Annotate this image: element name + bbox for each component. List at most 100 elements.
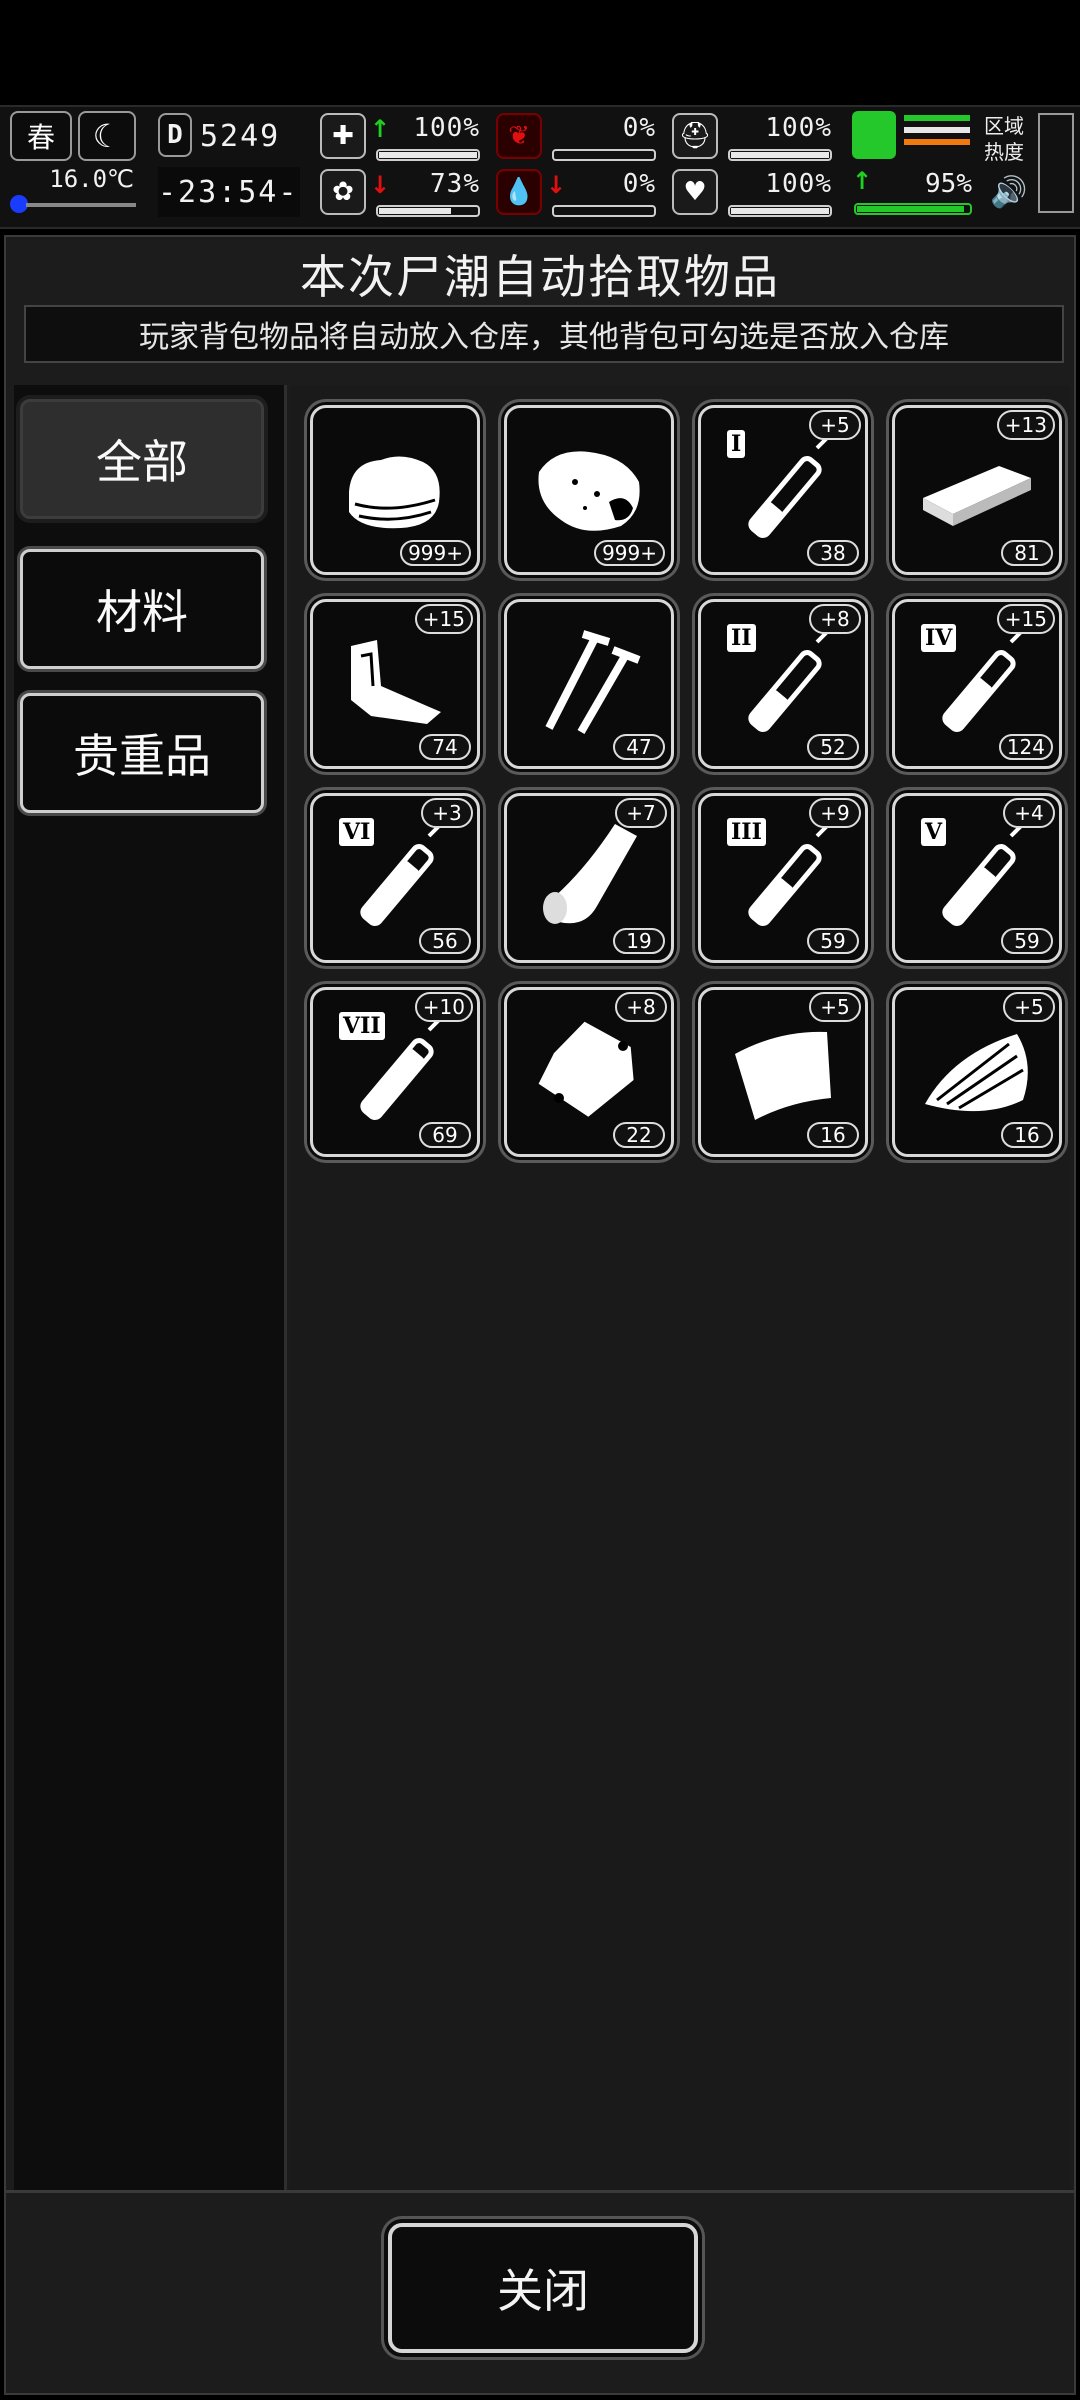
tab-valuables[interactable]: 贵重品 — [20, 693, 264, 813]
feather-bundle-icon — [925, 1034, 1028, 1112]
day-number: 5249 — [200, 119, 281, 154]
boot-icon — [852, 111, 896, 159]
thirst-bar — [552, 205, 656, 217]
arrow-up-icon: ↑ — [370, 115, 391, 143]
arrow-down-icon: ↓ — [546, 171, 567, 199]
item-plus-badge: +3 — [421, 798, 473, 828]
item-count: 22 — [613, 1122, 665, 1148]
item-plus-badge: +9 — [809, 798, 861, 828]
helmet-icon: ⛑ — [672, 113, 718, 159]
item-plus-badge: +5 — [809, 992, 861, 1022]
season-badge: 春 — [10, 111, 72, 161]
item-count: 124 — [998, 734, 1053, 760]
zone-heat-label: 区域热度 — [984, 114, 1024, 164]
item-count: 81 — [1001, 540, 1053, 566]
item-slot[interactable]: +5 16 — [698, 987, 868, 1157]
zone-heat-meter — [1038, 113, 1074, 213]
moon-icon: ☾ — [78, 111, 136, 161]
stat-sanity: ✿ ↓ 73% — [320, 167, 486, 221]
loot-panel: 本次尸潮自动拾取物品 玩家背包物品将自动放入仓库，其他背包可勾选是否放入仓库 全… — [4, 235, 1076, 2395]
item-plus-badge: +4 — [1003, 798, 1055, 828]
wood-plank-icon — [923, 466, 1031, 526]
health-bar — [376, 149, 480, 161]
bag-icon — [538, 1021, 634, 1117]
paper-sheet-icon — [735, 1031, 831, 1120]
stat-armor: ⛑ 100% — [672, 111, 838, 165]
hunger-bar — [552, 149, 656, 161]
stat-thirst: 💧 ↓ 0% — [496, 167, 662, 221]
item-slot[interactable]: VI +3 56 — [310, 793, 480, 963]
stat-health: ✚ ↑ 100% — [320, 111, 486, 165]
stamina-value: 95% — [925, 169, 972, 199]
item-count: 16 — [1001, 1122, 1053, 1148]
item-slot[interactable]: 47 — [504, 599, 674, 769]
stamina-panel: ↑ 95% — [850, 111, 976, 217]
roman-numeral: V — [921, 818, 947, 846]
bottom-bar: 关闭 — [6, 2190, 1074, 2393]
tab-all[interactable]: 全部 — [20, 399, 264, 519]
heart-icon: ♥ — [672, 169, 718, 215]
mood-bar — [728, 205, 832, 217]
item-slot[interactable]: +7 19 — [504, 793, 674, 963]
item-slot[interactable]: 999+ — [504, 405, 674, 575]
item-slot[interactable]: IV +15 124 — [892, 599, 1062, 769]
item-slot[interactable]: 999+ — [310, 405, 480, 575]
temperature-scale — [26, 203, 136, 207]
item-count: 16 — [807, 1122, 859, 1148]
item-count: 38 — [807, 540, 859, 566]
item-slot[interactable]: VII +10 69 — [310, 987, 480, 1157]
item-slot[interactable]: +8 22 — [504, 987, 674, 1157]
item-plus-badge: +8 — [809, 604, 861, 634]
item-plus-badge: +10 — [414, 992, 473, 1022]
panel-subtitle: 玩家背包物品将自动放入仓库，其他背包可勾选是否放入仓库 — [24, 305, 1064, 363]
clock-time: -23:54- — [158, 175, 299, 210]
item-slot[interactable]: +5 16 — [892, 987, 1062, 1157]
sanity-bar — [376, 205, 480, 217]
item-count: 56 — [419, 928, 471, 954]
raw-meat-icon — [538, 451, 640, 531]
day-label: D — [158, 113, 192, 157]
medkit-icon: ✚ — [320, 113, 366, 159]
category-sidebar: 全部 材料 贵重品 — [14, 385, 287, 2193]
item-plus-badge: +5 — [809, 410, 861, 440]
roman-numeral: III — [727, 818, 766, 846]
close-button[interactable]: 关闭 — [388, 2223, 698, 2353]
item-count: 69 — [419, 1122, 471, 1148]
item-slot[interactable]: +15 74 — [310, 599, 480, 769]
tab-materials[interactable]: 材料 — [20, 549, 264, 669]
roman-numeral: II — [727, 624, 756, 652]
zone-heat[interactable]: 区域热度 🔊 — [982, 111, 1078, 217]
clock-readout: -23:54- — [158, 167, 300, 217]
item-slot[interactable]: III +9 59 — [698, 793, 868, 963]
cloth-icon — [349, 456, 440, 529]
stamina-bar — [854, 203, 972, 215]
item-slot[interactable]: I +5 38 — [698, 405, 868, 575]
leather-icon — [543, 824, 637, 924]
armor-bar — [728, 149, 832, 161]
temperature-readout: 16.0℃ — [10, 165, 136, 221]
item-count: 999+ — [594, 540, 665, 566]
speaker-icon[interactable]: 🔊 — [990, 175, 1027, 210]
item-count: 52 — [807, 734, 859, 760]
day-counter: D 5249 — [158, 111, 300, 161]
item-slot[interactable]: V +4 59 — [892, 793, 1062, 963]
blood-drop-icon: 💧 — [496, 169, 542, 215]
arrow-up-icon: ↑ — [852, 167, 873, 195]
scrap-metal-icon — [351, 640, 441, 724]
item-slot[interactable]: II +8 52 — [698, 599, 868, 769]
item-slot[interactable]: +13 81 — [892, 405, 1062, 575]
item-count: 999+ — [400, 540, 471, 566]
arrow-down-icon: ↓ — [370, 171, 391, 199]
item-count: 74 — [419, 734, 471, 760]
nails-icon — [545, 630, 641, 735]
roman-numeral: VII — [339, 1012, 385, 1040]
roman-numeral: VI — [339, 818, 375, 846]
brain-icon: ✿ — [320, 169, 366, 215]
stamina-stripes — [904, 115, 970, 155]
page-title: 本次尸潮自动拾取物品 — [300, 250, 780, 304]
item-count: 47 — [613, 734, 665, 760]
roman-numeral: IV — [921, 624, 957, 652]
temperature-value: 16.0℃ — [49, 165, 134, 193]
item-plus-badge: +13 — [996, 410, 1055, 440]
roman-numeral: I — [727, 430, 746, 458]
